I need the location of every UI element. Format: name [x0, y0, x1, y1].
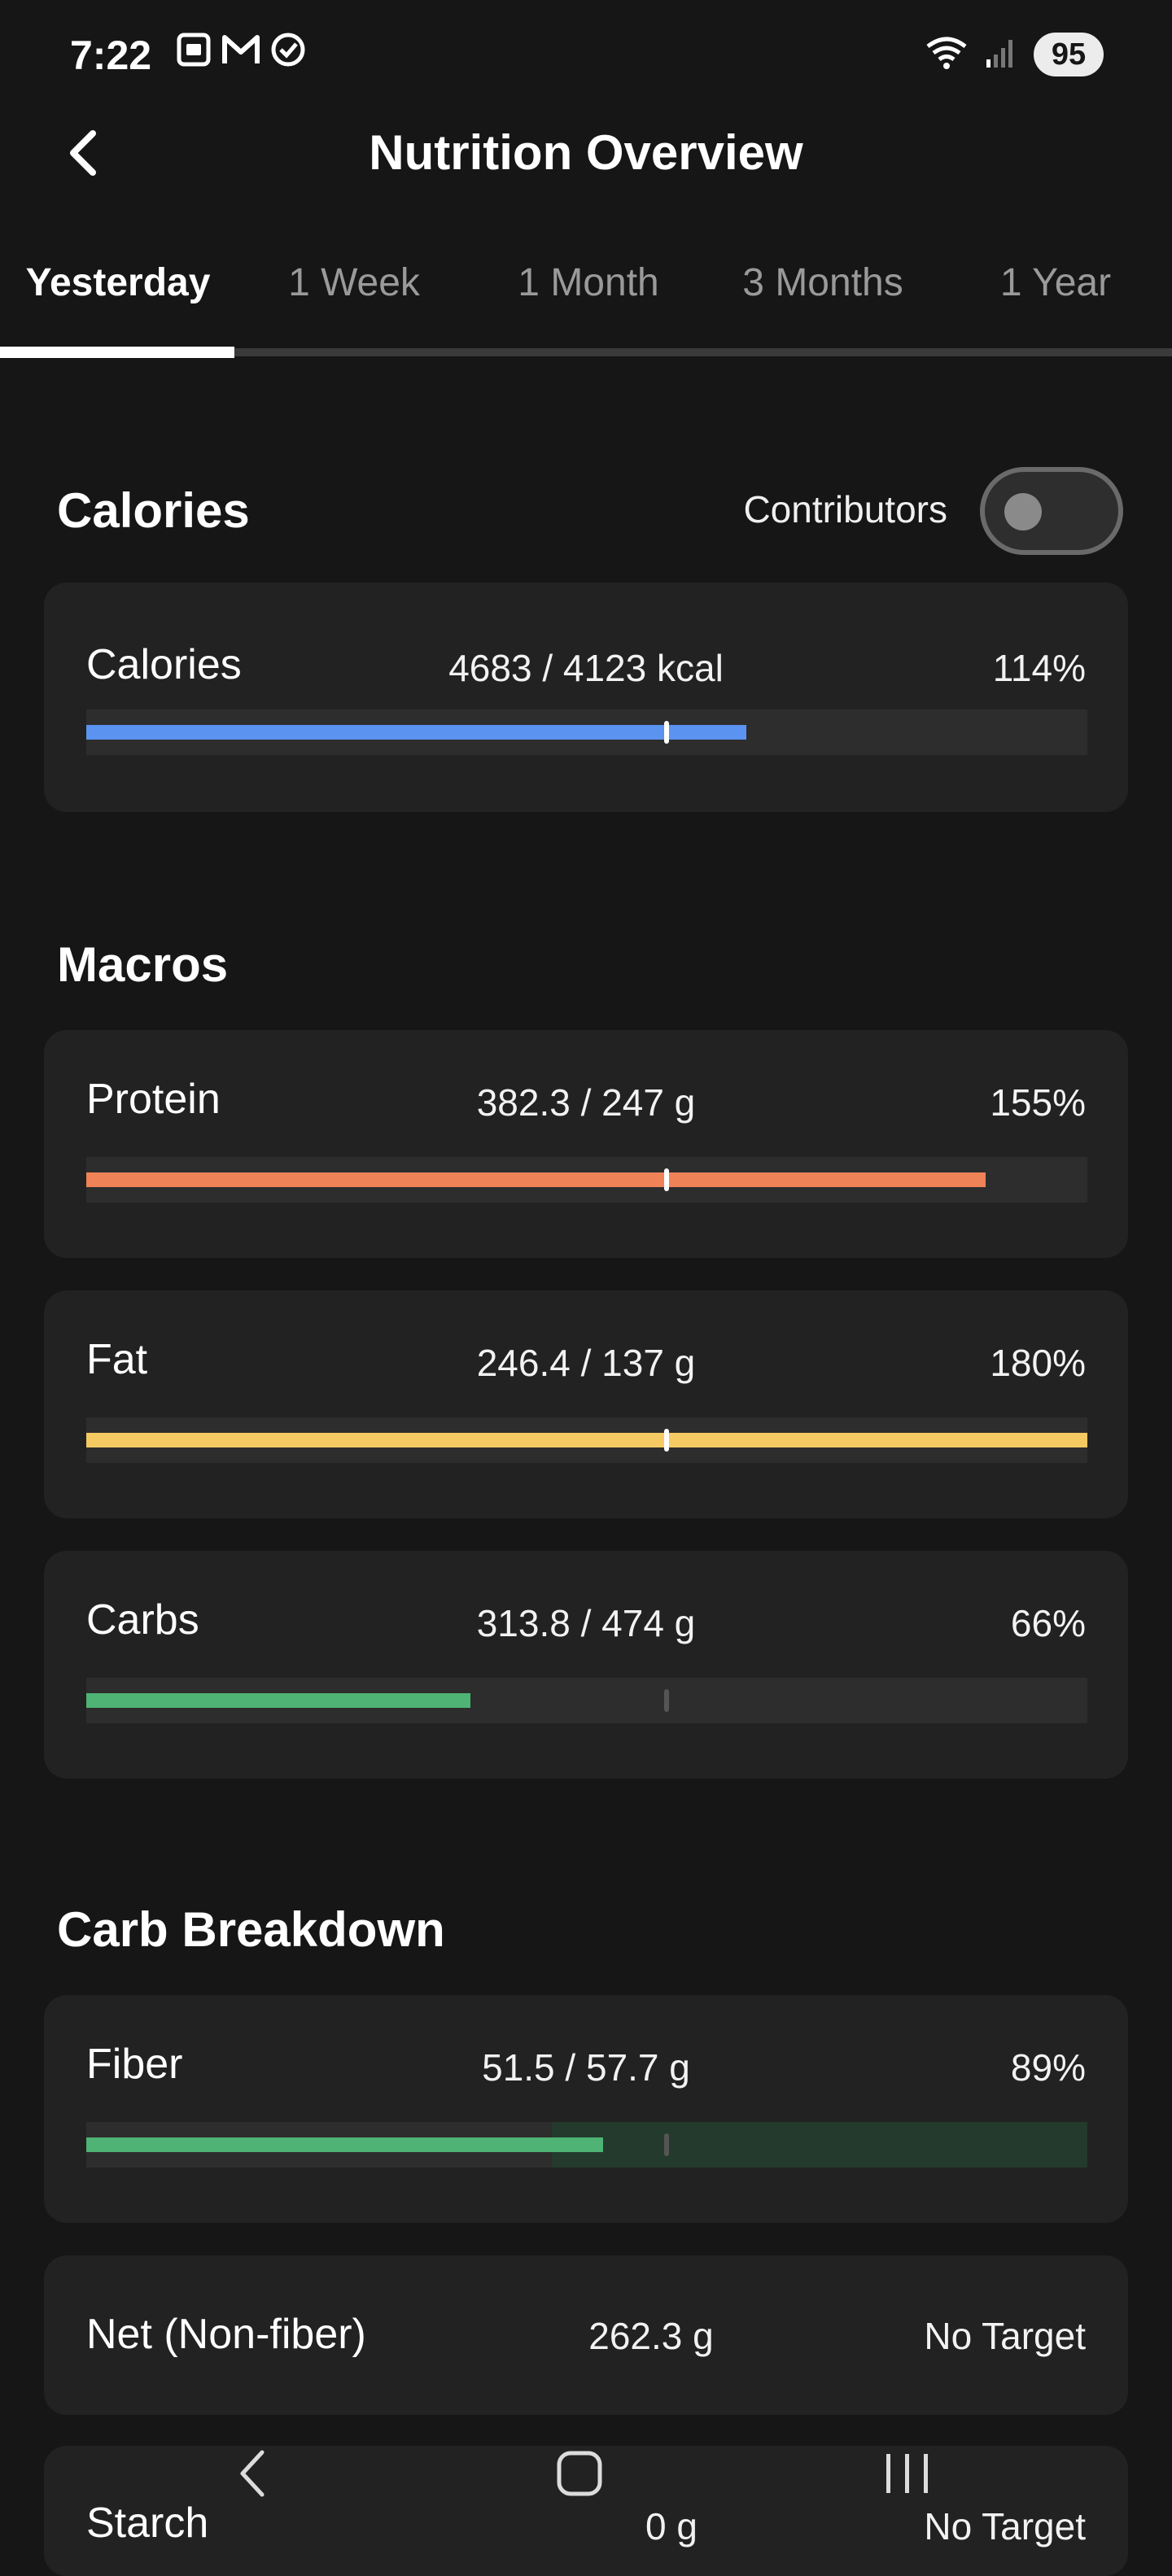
calories-target-marker [664, 721, 670, 744]
tab-yesterday[interactable]: Yesterday [0, 251, 236, 316]
check-circle-icon [269, 31, 307, 72]
nav-recents-icon [886, 2454, 928, 2493]
fiber-bar-fill [86, 2137, 603, 2152]
carbs-target-marker [664, 1689, 670, 1712]
carb-breakdown-section-title: Carb Breakdown [57, 1902, 445, 1957]
carbs-progress-bar [86, 1678, 1087, 1723]
fiber-card[interactable]: Fiber 51.5 / 57.7 g 89% [44, 1995, 1128, 2223]
tab-1-month[interactable]: 1 Month [470, 251, 706, 316]
status-system-icons: 95 [925, 33, 1104, 76]
protein-percent: 155% [990, 1081, 1086, 1124]
fat-target-marker [664, 1429, 670, 1452]
status-notification-icons [175, 31, 307, 72]
tab-indicator [0, 347, 234, 358]
nav-home-icon [557, 2451, 602, 2496]
carbs-bar-fill [86, 1693, 471, 1708]
calories-progress-bar [86, 709, 1087, 755]
fiber-progress-bar [86, 2122, 1087, 2168]
protein-card[interactable]: Protein 382.3 / 247 g 155% [44, 1030, 1128, 1258]
calories-amount: 4683 / 4123 kcal [448, 647, 724, 689]
protein-progress-bar [86, 1157, 1087, 1203]
protein-amount: 382.3 / 247 g [476, 1081, 696, 1124]
fat-bar-fill [86, 1433, 1087, 1447]
tab-1-week[interactable]: 1 Week [236, 251, 472, 316]
carbs-percent: 66% [1010, 1602, 1086, 1644]
net-carbs-card[interactable]: Net (Non-fiber) 262.3 g No Target [44, 2255, 1128, 2415]
nav-back-button[interactable] [203, 2433, 301, 2514]
signal-icon [983, 35, 1019, 75]
nav-home-button[interactable] [531, 2433, 628, 2514]
status-time: 7:22 [70, 33, 152, 78]
calories-card[interactable]: Calories 4683 / 4123 kcal 114% [44, 583, 1128, 812]
fat-progress-bar [86, 1417, 1087, 1463]
page-title: Nutrition Overview [369, 125, 803, 180]
fat-percent: 180% [990, 1342, 1086, 1384]
gmail-icon [221, 31, 261, 72]
protein-target-marker [664, 1168, 670, 1191]
macros-section-title: Macros [57, 937, 229, 992]
fat-amount: 246.4 / 137 g [476, 1342, 696, 1384]
tab-3-months[interactable]: 3 Months [705, 251, 941, 316]
fiber-target-range [551, 2122, 1087, 2168]
calories-percent: 114% [992, 647, 1086, 689]
screenshot-icon [175, 31, 212, 72]
toggle-knob [1004, 493, 1042, 530]
battery-level: 95 [1034, 33, 1104, 76]
carbs-amount: 313.8 / 474 g [476, 1602, 696, 1644]
fiber-percent: 89% [1010, 2046, 1086, 2089]
calories-section-title: Calories [57, 483, 250, 538]
carbs-card[interactable]: Carbs 313.8 / 474 g 66% [44, 1551, 1128, 1779]
tab-1-year[interactable]: 1 Year [938, 251, 1172, 316]
wifi-icon [925, 35, 969, 75]
nav-recents-button[interactable] [859, 2433, 956, 2514]
contributors-toggle[interactable] [980, 467, 1123, 555]
fat-card[interactable]: Fat 246.4 / 137 g 180% [44, 1290, 1128, 1518]
calories-bar-fill [86, 725, 746, 740]
net-carbs-target: No Target [924, 2315, 1086, 2357]
nav-back-icon [240, 2450, 265, 2497]
fiber-amount: 51.5 / 57.7 g [482, 2046, 690, 2089]
contributors-label: Contributors [743, 488, 947, 530]
fiber-target-marker [664, 2133, 670, 2156]
period-tabs: Yesterday 1 Week 1 Month 3 Months 1 Year [0, 251, 1172, 316]
protein-bar-fill [86, 1172, 986, 1187]
